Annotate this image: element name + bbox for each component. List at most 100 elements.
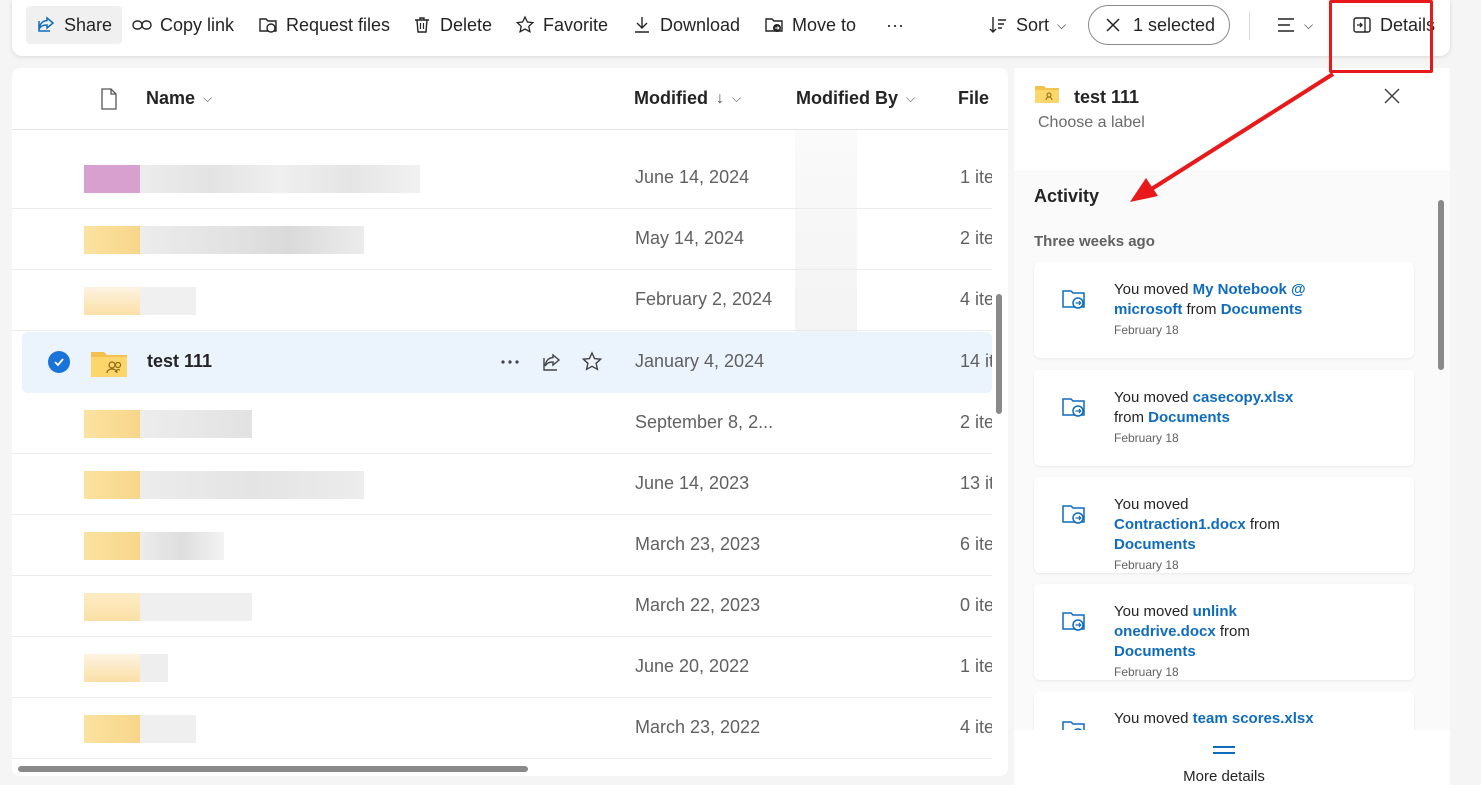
activity-card: You moved team scores.xlsx from (1034, 691, 1414, 735)
vertical-scrollbar[interactable] (996, 294, 1002, 414)
redacted-filename (140, 593, 252, 621)
download-icon (635, 17, 649, 33)
table-row[interactable]: June 20, 2022 1 ite (12, 637, 992, 698)
table-row[interactable]: March 23, 2022 4 ite (12, 698, 992, 759)
view-list-icon (1278, 18, 1294, 32)
activity-text: You moved My Notebook @ microsoft from D… (1114, 280, 1324, 338)
more-actions-button[interactable]: ··· (876, 6, 914, 44)
sort-descending-icon: ↓ (716, 89, 724, 107)
activity-item-link[interactable]: team scores.xlsx (1193, 710, 1314, 727)
activity-item-link[interactable]: casecopy.xlsx (1193, 389, 1294, 406)
table-row-selected[interactable]: test 111 January 4, 2024 14 it (22, 332, 992, 393)
checkmark-icon (54, 358, 64, 367)
trash-icon (415, 17, 429, 33)
details-pane-icon (1353, 17, 1371, 33)
download-button[interactable]: Download (622, 6, 750, 44)
shared-folder-icon (91, 352, 127, 377)
item-count: 6 ite (960, 534, 992, 554)
item-count: 2 ite (960, 412, 992, 432)
folder-move-icon (765, 18, 783, 32)
table-row[interactable]: March 22, 2023 0 ite (12, 576, 992, 637)
move-to-button[interactable]: Move to (754, 6, 866, 44)
download-label: Download (660, 14, 741, 35)
copy-link-label: Copy link (160, 14, 235, 35)
activity-date: February 18 (1114, 558, 1179, 572)
activity-item-link[interactable]: Contraction1.docx (1114, 516, 1246, 533)
folder-icon (84, 287, 140, 315)
activity-date: February 18 (1114, 323, 1179, 337)
share-icon (38, 16, 55, 32)
modified-date: March 23, 2022 (635, 717, 761, 737)
column-file-size[interactable]: File (958, 88, 989, 109)
share-button[interactable]: Share (26, 6, 123, 44)
table-row[interactable]: June 14, 2024 1 ite (12, 148, 992, 209)
activity-mid: from (1182, 301, 1221, 318)
favorite-button[interactable]: Favorite (505, 6, 618, 44)
close-icon[interactable] (1103, 15, 1123, 35)
activity-location-link[interactable]: Documents (1148, 409, 1230, 426)
sensitivity-label-hint[interactable]: Choose a label (1038, 114, 1145, 132)
folder-move-icon (1062, 398, 1085, 417)
star-icon (515, 15, 535, 33)
activity-location-link[interactable]: Documents (1114, 643, 1196, 660)
folder-icon (84, 532, 140, 560)
details-scrollbar[interactable] (1438, 200, 1444, 370)
share-label: Share (64, 14, 113, 35)
toolbar-divider (1249, 12, 1250, 40)
chevron-down-icon: ⌵ (732, 91, 742, 105)
item-count: 1 ite (960, 167, 992, 187)
favorite-star-icon[interactable] (580, 350, 604, 374)
item-count: 14 it (960, 351, 992, 371)
modified-date: May 14, 2024 (635, 228, 745, 248)
move-to-label: Move to (792, 14, 857, 35)
table-row[interactable]: September 8, 2... 2 ite (12, 393, 992, 454)
table-row[interactable]: February 2, 2024 4 ite (12, 270, 992, 331)
favorite-label: Favorite (543, 14, 609, 35)
table-row[interactable]: May 14, 2024 2 ite (12, 209, 992, 270)
activity-mid: from (1245, 516, 1280, 533)
request-files-button[interactable]: Request files (248, 6, 400, 44)
activity-location-link[interactable]: Documents (1221, 301, 1303, 318)
column-name-label: Name (146, 88, 196, 108)
horizontal-scrollbar[interactable] (18, 766, 528, 772)
modified-date: June 20, 2022 (635, 656, 750, 676)
table-row[interactable]: June 14, 2023 13 it (12, 454, 992, 515)
delete-button[interactable]: Delete (402, 6, 502, 44)
request-files-label: Request files (286, 14, 391, 35)
copy-link-button[interactable]: Copy link (122, 6, 244, 44)
activity-location-link[interactable]: Documents (1114, 536, 1196, 553)
activity-prefix: You moved (1114, 496, 1189, 513)
details-pane: test 111 Choose a label Activity Three w… (1014, 68, 1450, 785)
activity-prefix: You moved (1114, 281, 1193, 298)
modified-date: June 14, 2023 (635, 473, 750, 493)
label-mask (1014, 152, 1450, 170)
share-icon[interactable] (540, 350, 564, 374)
activity-date: February 18 (1114, 431, 1179, 445)
activity-mid: from (1114, 409, 1149, 426)
column-name[interactable]: Name ⌵ (146, 88, 212, 109)
modified-date: January 4, 2024 (635, 351, 765, 371)
activity-date: February 18 (1114, 665, 1179, 679)
folder-move-icon (1062, 505, 1085, 524)
activity-prefix: You moved (1114, 710, 1193, 727)
activity-mid: from (1215, 623, 1250, 640)
activity-card: You moved unlink onedrive.docx from Docu… (1034, 584, 1414, 680)
view-options-button[interactable]: ⌵ (1266, 6, 1323, 44)
file-name[interactable]: test 111 (147, 351, 212, 372)
activity-heading: Activity (1034, 186, 1100, 206)
selected-count: 1 selected (1133, 14, 1216, 35)
close-icon[interactable] (1382, 86, 1402, 106)
more-details-button[interactable]: More details (1014, 730, 1450, 785)
file-type-icon[interactable] (100, 88, 118, 110)
sort-button[interactable]: Sort ⌵ (978, 6, 1076, 44)
column-modified[interactable]: Modified ↓ ⌵ (634, 88, 741, 109)
item-count: 13 it (960, 473, 992, 493)
details-button[interactable]: Details (1342, 6, 1445, 44)
more-options-icon[interactable] (498, 350, 522, 374)
column-header-row: Name ⌵ Modified ↓ ⌵ Modified By ⌵ File (12, 68, 1008, 130)
column-modified-by[interactable]: Modified By ⌵ (796, 88, 915, 109)
selection-pill[interactable]: 1 selected (1088, 5, 1230, 45)
row-checkbox[interactable] (48, 351, 70, 373)
table-row[interactable]: March 23, 2023 6 ite (12, 515, 992, 576)
column-file-label: File (958, 88, 990, 108)
